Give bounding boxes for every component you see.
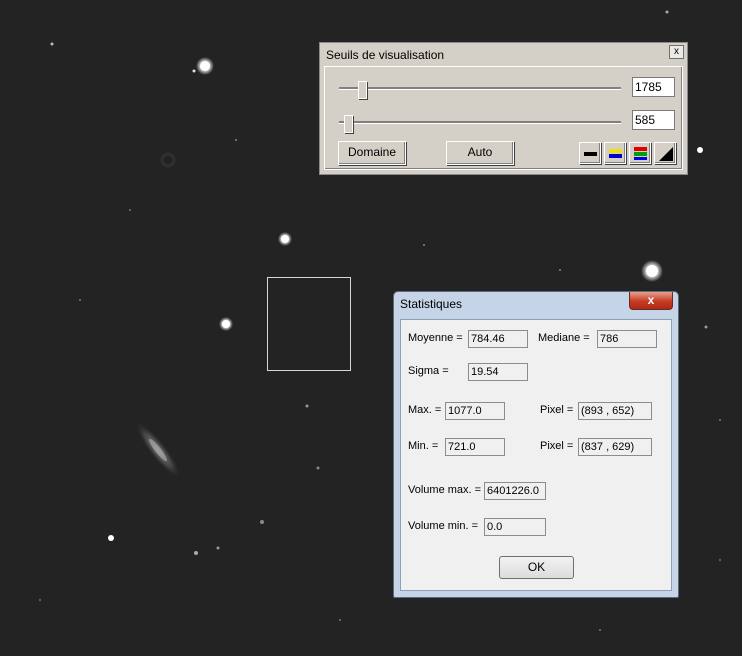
high-threshold-slider[interactable] bbox=[339, 81, 621, 99]
statistics-close-button[interactable]: x bbox=[629, 292, 673, 310]
min-pixel-label: Pixel = bbox=[540, 440, 574, 452]
min-pixel-value: (837 , 629) bbox=[578, 438, 652, 456]
ok-button[interactable]: OK bbox=[499, 556, 574, 579]
thresholds-close-button[interactable]: x bbox=[669, 45, 684, 59]
thresholds-window-title: Seuils de visualisation bbox=[323, 46, 684, 64]
high-threshold-thumb[interactable] bbox=[358, 81, 367, 99]
thresholds-window: Seuils de visualisation x 1785 585 Domai… bbox=[319, 42, 688, 175]
volume-max-value: 6401226.0 bbox=[484, 482, 546, 500]
black-bar-icon[interactable] bbox=[579, 142, 601, 164]
min-label: Min. = bbox=[408, 440, 439, 452]
sigma-value: 19.54 bbox=[468, 363, 528, 381]
max-pixel-label: Pixel = bbox=[540, 404, 574, 416]
low-threshold-slider[interactable] bbox=[339, 115, 621, 133]
max-label: Max. = bbox=[408, 404, 442, 416]
domain-button[interactable]: Domaine bbox=[338, 141, 406, 165]
max-pixel-value: (893 , 652) bbox=[578, 402, 652, 420]
sigma-label: Sigma = bbox=[408, 365, 449, 377]
volume-min-label: Volume min. = bbox=[408, 520, 479, 532]
yellow-blue-palette-icon[interactable] bbox=[604, 142, 626, 164]
median-label: Mediane = bbox=[538, 332, 590, 344]
star bbox=[108, 535, 114, 541]
high-threshold-field[interactable]: 1785 bbox=[632, 77, 675, 97]
statistics-panel: Moyenne = 784.46 Mediane = 786 Sigma = 1… bbox=[400, 319, 672, 591]
star bbox=[697, 147, 703, 153]
volume-min-value: 0.0 bbox=[484, 518, 546, 536]
statistics-window-title: Statistiques bbox=[400, 297, 463, 311]
volume-max-label: Volume max. = bbox=[408, 484, 482, 496]
rgb-palette-icon[interactable] bbox=[629, 142, 651, 164]
median-value: 786 bbox=[597, 330, 657, 348]
low-threshold-field[interactable]: 585 bbox=[632, 110, 675, 130]
auto-button[interactable]: Auto bbox=[446, 141, 514, 165]
gradient-triangle-icon[interactable] bbox=[654, 142, 676, 164]
low-threshold-thumb[interactable] bbox=[344, 115, 353, 133]
min-value: 721.0 bbox=[445, 438, 505, 456]
statistics-window: Statistiques x Moyenne = 784.46 Mediane … bbox=[393, 291, 679, 598]
mean-label: Moyenne = bbox=[408, 332, 463, 344]
thresholds-panel: 1785 585 Domaine Auto bbox=[324, 66, 683, 170]
mean-value: 784.46 bbox=[468, 330, 528, 348]
max-value: 1077.0 bbox=[445, 402, 505, 420]
